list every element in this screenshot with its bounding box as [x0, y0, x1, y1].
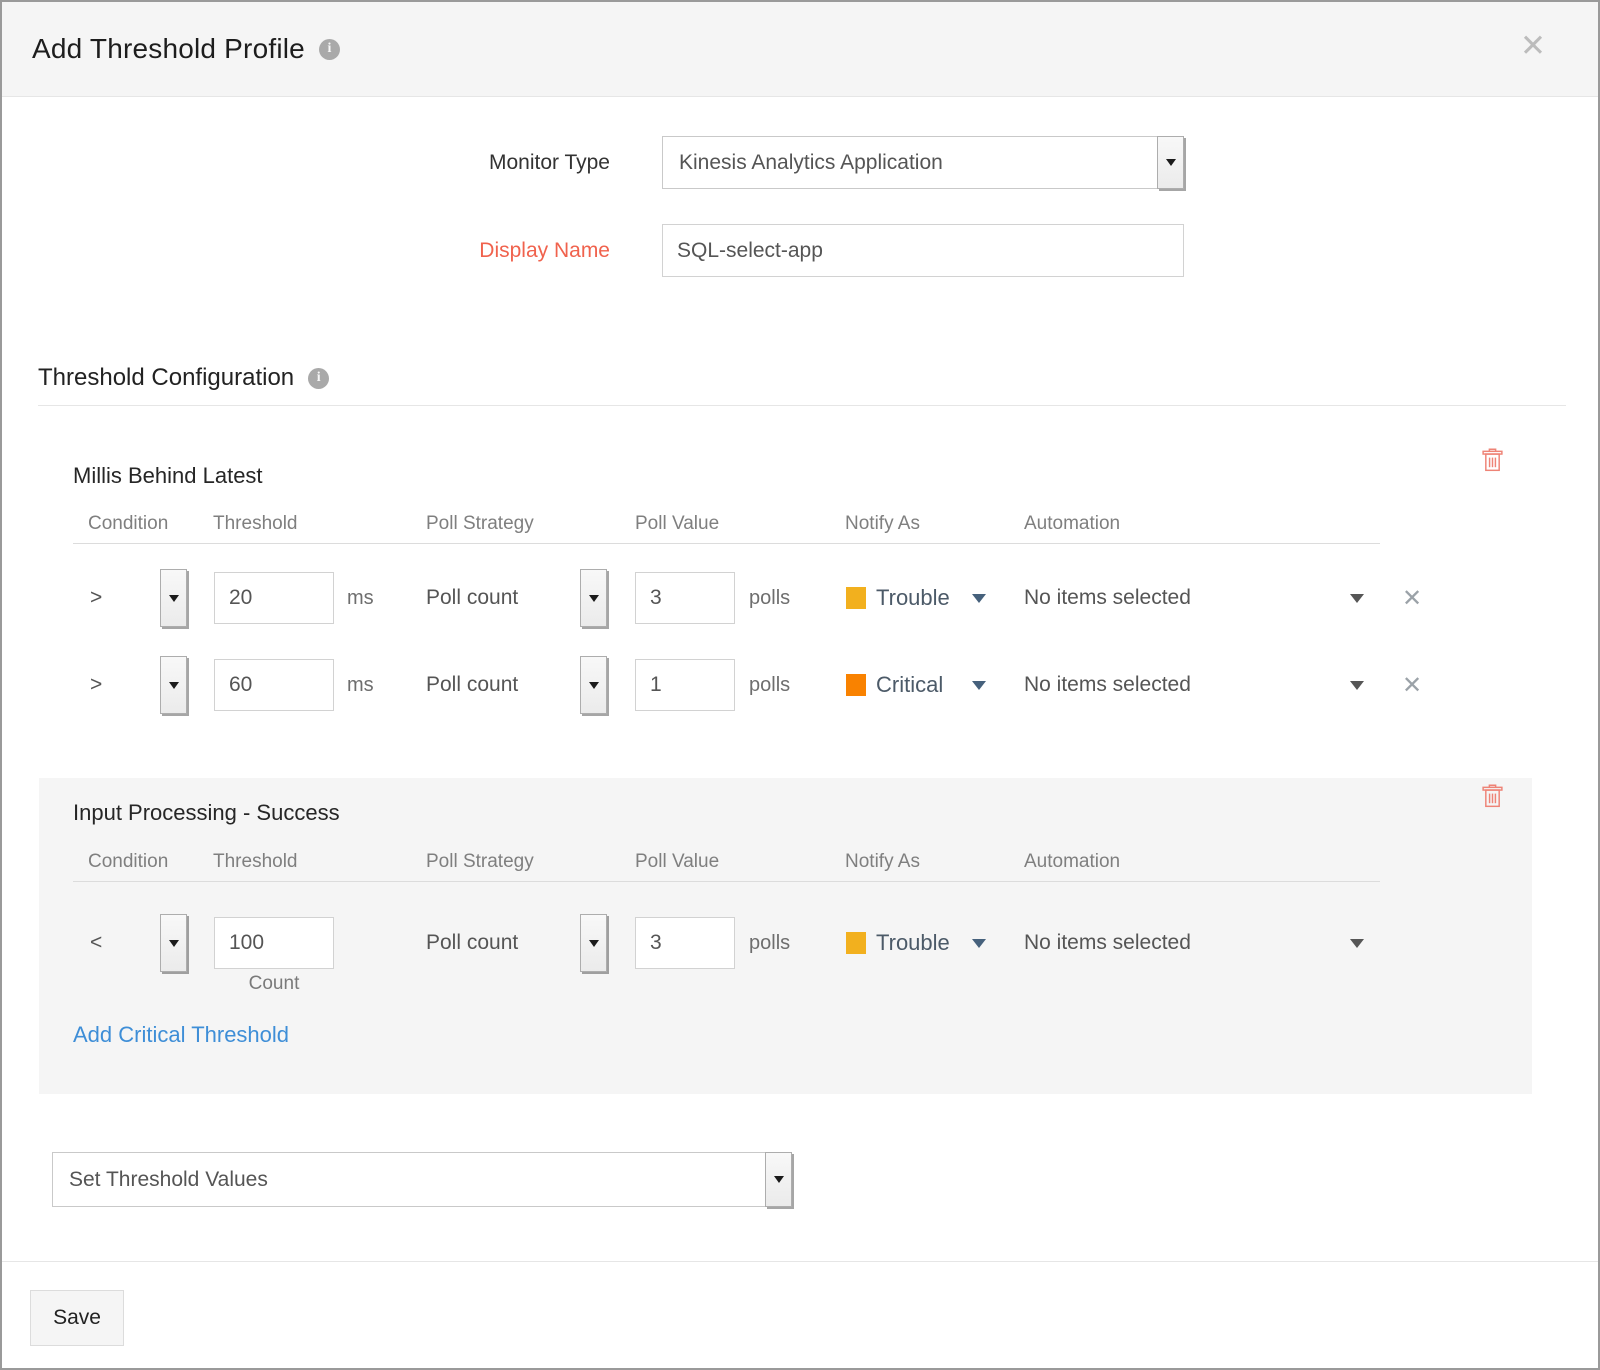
threshold-sublabel: Count	[214, 973, 334, 995]
chevron-down-icon[interactable]	[972, 659, 986, 711]
chevron-down-icon[interactable]	[1350, 917, 1364, 969]
chevron-down-icon[interactable]	[1157, 136, 1184, 189]
triangle-glyph	[1166, 159, 1176, 166]
triangle-glyph	[169, 595, 179, 602]
column-poll-value: Poll Value	[635, 513, 719, 535]
column-automation: Automation	[1024, 851, 1120, 873]
page-title: Add Threshold Profile	[32, 33, 305, 65]
automation-dropdown[interactable]: No items selected	[1024, 572, 1191, 624]
condition-dropdown-button[interactable]	[160, 569, 187, 627]
monitor-type-label: Monitor Type	[2, 136, 610, 189]
column-poll-strategy: Poll Strategy	[426, 851, 534, 873]
threshold-mode-value: Set Threshold Values	[69, 1168, 268, 1192]
poll-strategy-value: Poll count	[426, 659, 518, 711]
triangle-glyph	[589, 682, 599, 689]
condition-dropdown-button[interactable]	[160, 656, 187, 714]
condition-value: >	[90, 659, 102, 711]
display-name-label-text: Display Name	[479, 239, 610, 263]
threshold-input[interactable]	[214, 917, 334, 969]
section-title: Threshold Configuration i	[38, 362, 329, 394]
poll-value-input[interactable]	[635, 659, 735, 711]
threshold-input[interactable]	[214, 659, 334, 711]
dialog-header: Add Threshold Profile i ✕	[2, 2, 1598, 97]
poll-value-unit: polls	[749, 659, 790, 711]
info-icon[interactable]: i	[319, 39, 340, 60]
close-icon[interactable]: ✕	[1520, 30, 1546, 61]
info-glyph: i	[317, 371, 321, 385]
monitor-type-select[interactable]: Kinesis Analytics Application	[662, 136, 1184, 189]
save-button[interactable]: Save	[30, 1290, 124, 1346]
poll-strategy-value: Poll count	[426, 572, 518, 624]
chevron-down-icon[interactable]	[1350, 572, 1364, 624]
poll-strategy-value: Poll count	[426, 917, 518, 969]
column-notify-as: Notify As	[845, 851, 920, 873]
triangle-glyph	[169, 682, 179, 689]
poll-strategy-dropdown-button[interactable]	[580, 656, 607, 714]
column-headers: Condition Threshold Poll Strategy Poll V…	[2, 513, 1598, 539]
triangle-glyph	[589, 595, 599, 602]
triangle-glyph	[774, 1176, 784, 1183]
poll-value-unit: polls	[749, 572, 790, 624]
column-automation: Automation	[1024, 513, 1120, 535]
add-critical-threshold-link[interactable]: Add Critical Threshold	[73, 1022, 289, 1048]
threshold-input[interactable]	[214, 572, 334, 624]
trash-icon[interactable]	[1482, 448, 1503, 477]
automation-dropdown[interactable]: No items selected	[1024, 917, 1191, 969]
column-poll-strategy: Poll Strategy	[426, 513, 534, 535]
display-name-input[interactable]	[662, 224, 1184, 277]
info-glyph: i	[328, 42, 332, 56]
threshold-row: > ms Poll count polls Trouble No items s…	[2, 572, 1598, 624]
condition-dropdown-button[interactable]	[160, 914, 187, 972]
column-condition: Condition	[88, 851, 168, 873]
column-threshold: Threshold	[213, 851, 298, 873]
section-title-text: Threshold Configuration	[38, 364, 294, 392]
threshold-unit: ms	[347, 572, 374, 624]
threshold-row: > ms Poll count polls Critical No items …	[2, 659, 1598, 711]
poll-value-input[interactable]	[635, 572, 735, 624]
info-icon[interactable]: i	[308, 368, 329, 389]
poll-strategy-dropdown-button[interactable]	[580, 914, 607, 972]
threshold-unit: ms	[347, 659, 374, 711]
chevron-down-icon[interactable]	[972, 917, 986, 969]
severity-color-swatch	[846, 917, 866, 969]
metric-title: Input Processing - Success	[73, 800, 340, 826]
trash-icon[interactable]	[1482, 784, 1503, 813]
poll-value-input[interactable]	[635, 917, 735, 969]
threshold-mode-select[interactable]: Set Threshold Values	[52, 1152, 792, 1207]
remove-row-icon[interactable]: ✕	[1402, 572, 1422, 624]
remove-row-icon[interactable]: ✕	[1402, 659, 1422, 711]
severity-dropdown[interactable]: Critical	[876, 659, 943, 711]
header-divider	[73, 881, 1380, 882]
severity-dropdown[interactable]: Trouble	[876, 917, 950, 969]
metric-title: Millis Behind Latest	[73, 463, 263, 489]
section-divider	[38, 405, 1566, 406]
column-notify-as: Notify As	[845, 513, 920, 535]
footer-divider	[2, 1261, 1598, 1262]
poll-strategy-dropdown-button[interactable]	[580, 569, 607, 627]
condition-value: >	[90, 572, 102, 624]
severity-dropdown[interactable]: Trouble	[876, 572, 950, 624]
severity-color-swatch	[846, 572, 866, 624]
header-divider	[73, 543, 1380, 544]
monitor-type-value: Kinesis Analytics Application	[679, 151, 943, 175]
column-threshold: Threshold	[213, 513, 298, 535]
chevron-down-icon[interactable]	[1350, 659, 1364, 711]
monitor-type-label-text: Monitor Type	[489, 151, 610, 175]
column-condition: Condition	[88, 513, 168, 535]
severity-color-swatch	[846, 659, 866, 711]
column-poll-value: Poll Value	[635, 851, 719, 873]
poll-value-unit: polls	[749, 917, 790, 969]
automation-dropdown[interactable]: No items selected	[1024, 659, 1191, 711]
display-name-label: Display Name	[2, 224, 610, 277]
triangle-glyph	[589, 940, 599, 947]
triangle-glyph	[169, 940, 179, 947]
add-threshold-profile-dialog: Add Threshold Profile i ✕ Monitor Type K…	[0, 0, 1600, 1370]
condition-value: <	[90, 917, 102, 969]
threshold-row: < Poll count polls Trouble No items sele…	[2, 917, 1598, 969]
column-headers: Condition Threshold Poll Strategy Poll V…	[2, 851, 1598, 877]
chevron-down-icon[interactable]	[972, 572, 986, 624]
chevron-down-icon[interactable]	[765, 1152, 792, 1207]
